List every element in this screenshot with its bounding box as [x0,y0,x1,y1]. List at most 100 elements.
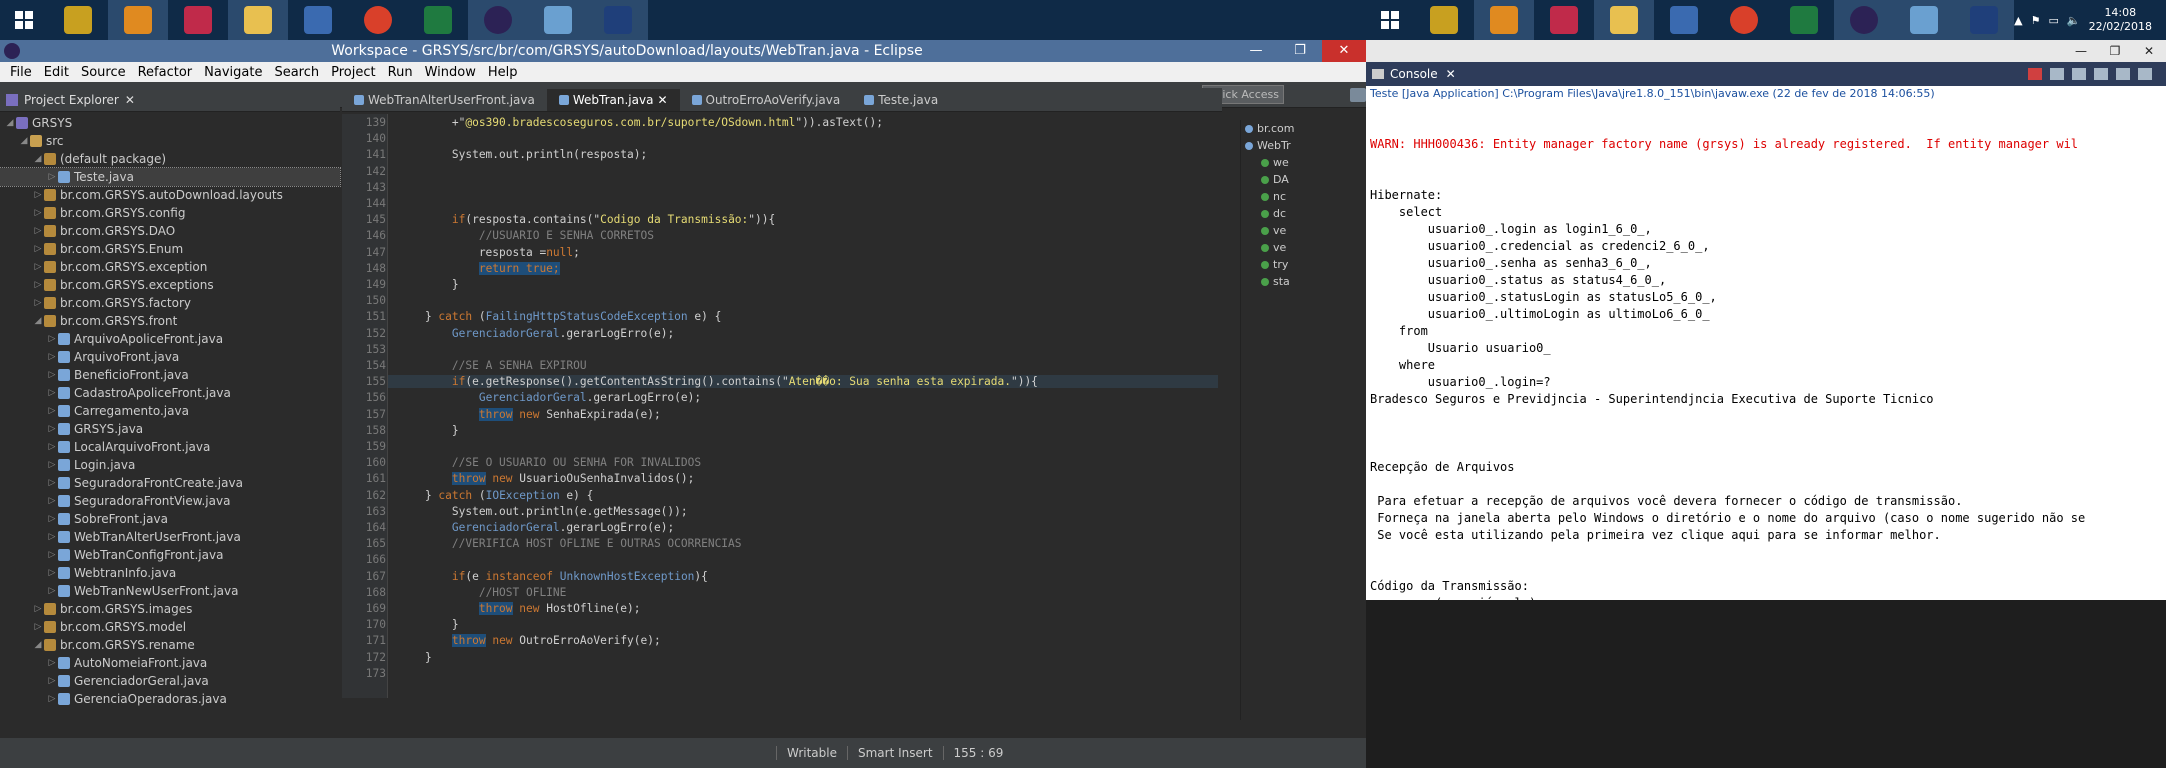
collapsed-arrow-icon[interactable]: ▷ [46,388,58,398]
menu-navigate[interactable]: Navigate [198,65,268,80]
tree-item[interactable]: ▷ GerenciadorGeral.java [0,672,340,690]
collapsed-arrow-icon[interactable]: ▷ [32,622,44,632]
outline-item[interactable]: we [1241,154,1366,171]
minimize-icon[interactable]: — [1234,40,1278,62]
tree-item[interactable]: ▷ WebTranConfigFront.java [0,546,340,564]
collapsed-arrow-icon[interactable]: ▷ [46,478,58,488]
network-icon[interactable]: ▭ [2048,14,2058,27]
code-area[interactable]: 139 +"@os390.bradescoseguros.com.br/supo… [342,114,1222,698]
lockton-icon-secondary[interactable] [1954,0,2014,40]
menu-project[interactable]: Project [325,65,381,80]
tree-item[interactable]: ◢ GRSYS [0,114,340,132]
expanded-arrow-icon[interactable]: ◢ [18,136,30,146]
collapsed-arrow-icon[interactable]: ▷ [32,244,44,254]
menu-window[interactable]: Window [419,65,482,80]
tree-item[interactable]: ▷ br.com.GRSYS.DAO [0,222,340,240]
menu-refactor[interactable]: Refactor [132,65,199,80]
tray-chevron-icon[interactable]: ▲ [2014,14,2022,27]
clear-console-icon[interactable] [2072,68,2086,80]
collapsed-arrow-icon[interactable]: ▷ [46,334,58,344]
tree-item[interactable]: ▷ br.com.GRSYS.autoDownload.layouts [0,186,340,204]
editor-tab[interactable]: WebTranAlterUserFront.java [342,89,547,111]
excel-icon[interactable] [408,0,468,40]
expanded-arrow-icon[interactable]: ◢ [4,118,16,128]
editor-tab[interactable]: OutroErroAoVerify.java [680,89,853,111]
remove-launch-icon[interactable] [2050,68,2064,80]
scroll-lock-icon[interactable] [2094,68,2108,80]
editor-tab[interactable]: WebTran.java ✕ [546,89,680,111]
expanded-arrow-icon[interactable]: ◢ [32,316,44,326]
perspective-icon[interactable] [1350,87,1366,102]
menu-edit[interactable]: Edit [38,65,75,80]
tree-item[interactable]: ▷ br.com.GRSYS.factory [0,294,340,312]
file-explorer-icon[interactable] [228,0,288,40]
outline-item[interactable]: ve [1241,239,1366,256]
chrome-icon-secondary[interactable] [1714,0,1774,40]
outline-item[interactable]: DA [1241,171,1366,188]
tree-item[interactable]: ▷ br.com.GRSYS.Enum [0,240,340,258]
menu-help[interactable]: Help [482,65,524,80]
collapsed-arrow-icon[interactable]: ▷ [46,352,58,362]
menu-run[interactable]: Run [382,65,419,80]
collapsed-arrow-icon[interactable]: ▷ [46,424,58,434]
tree-item[interactable]: ▷ Carregamento.java [0,402,340,420]
tree-item[interactable]: ▷ LocalArquivoFront.java [0,438,340,456]
windows-start-icon[interactable] [0,0,48,40]
eclipse-icon[interactable] [468,0,528,40]
editor-tab[interactable]: Teste.java [852,89,950,111]
close-icon[interactable]: ✕ [1322,40,1366,62]
restore-icon[interactable]: ❐ [1278,40,1322,62]
tree-item[interactable]: ▷ br.com.GRSYS.model [0,618,340,636]
collapsed-arrow-icon[interactable]: ▷ [46,676,58,686]
collapsed-arrow-icon[interactable]: ▷ [32,262,44,272]
flag-icon[interactable]: ⚑ [2031,14,2041,27]
windows-start-icon-secondary[interactable] [1366,0,1414,40]
acrobat-icon-secondary[interactable] [1534,0,1594,40]
outline-item[interactable]: nc [1241,188,1366,205]
collapsed-arrow-icon[interactable]: ▷ [32,298,44,308]
notepad-icon[interactable] [528,0,588,40]
tree-item[interactable]: ▷ BeneficioFront.java [0,366,340,384]
close-view-icon[interactable]: ✕ [125,93,135,107]
tree-item[interactable]: ▷ GRSYS.java [0,420,340,438]
lockton-icon[interactable] [588,0,648,40]
menu-search[interactable]: Search [268,65,325,80]
tree-item[interactable]: ▷ SeguradoraFrontCreate.java [0,474,340,492]
tree-item[interactable]: ◢ (default package) [0,150,340,168]
display-console-icon[interactable] [2138,68,2152,80]
tree-item[interactable]: ▷ WebtranInfo.java [0,564,340,582]
outline-item[interactable]: sta [1241,273,1366,290]
tree-item[interactable]: ▷ SobreFront.java [0,510,340,528]
excel-icon-secondary[interactable] [1774,0,1834,40]
collapsed-arrow-icon[interactable]: ▷ [46,568,58,578]
app-launcher-icon-secondary[interactable] [1414,0,1474,40]
tree-item[interactable]: ◢ br.com.GRSYS.rename [0,636,340,654]
expanded-arrow-icon[interactable]: ◢ [32,154,44,164]
collapsed-arrow-icon[interactable]: ▷ [46,550,58,560]
clock[interactable]: 14:08 22/02/2018 [2089,6,2152,34]
notepad-icon-secondary[interactable] [1894,0,1954,40]
tree-item[interactable]: ▷ GerenciaOperadoras.java [0,690,340,708]
acrobat-icon[interactable] [168,0,228,40]
collapsed-arrow-icon[interactable]: ▷ [46,694,58,704]
tree-item[interactable]: ▷ Teste.java [0,167,341,187]
terminate-icon[interactable] [2028,68,2042,80]
outlook-icon-secondary[interactable] [1474,0,1534,40]
console-output[interactable]: WARN: HHH000436: Entity manager factory … [1366,102,2166,629]
collapsed-arrow-icon[interactable]: ▷ [46,370,58,380]
outline-item[interactable]: br.com [1241,120,1366,137]
collapsed-arrow-icon[interactable]: ▷ [46,172,58,182]
restore-icon[interactable]: ❐ [2098,44,2132,58]
tree-item[interactable]: ▷ AutoNomeiaFront.java [0,654,340,672]
tree-item[interactable]: ◢ br.com.GRSYS.front [0,312,340,330]
close-tab-icon[interactable]: ✕ [657,89,667,111]
close-console-icon[interactable]: ✕ [1446,67,1456,81]
minimize-icon[interactable]: — [2064,44,2098,58]
collapsed-arrow-icon[interactable]: ▷ [46,586,58,596]
tree-item[interactable]: ◢ src [0,132,340,150]
outline-item[interactable]: WebTr [1241,137,1366,154]
outlook-icon[interactable] [108,0,168,40]
collapsed-arrow-icon[interactable]: ▷ [32,190,44,200]
tree-item[interactable]: ▷ SeguradoraFrontView.java [0,492,340,510]
project-explorer-tab[interactable]: Project Explorer ✕ [0,88,340,112]
